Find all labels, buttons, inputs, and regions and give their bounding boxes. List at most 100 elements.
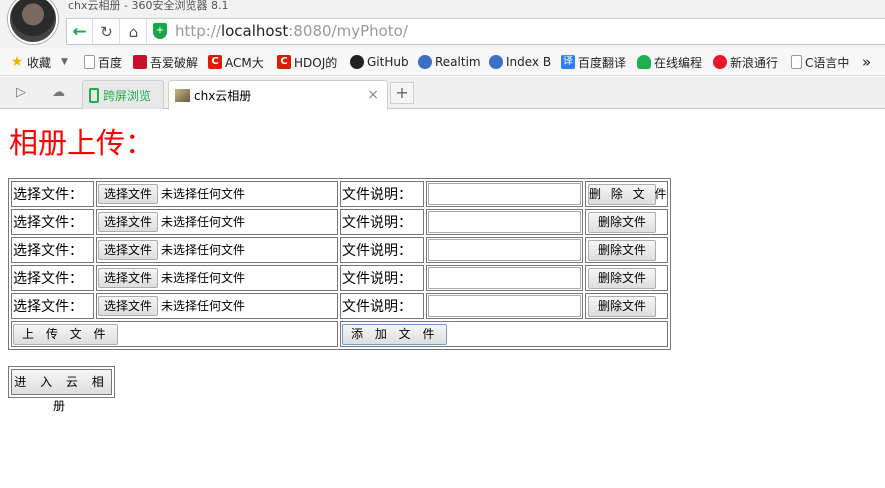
back-arrow-icon[interactable]: ← bbox=[67, 19, 93, 44]
delete-file-button[interactable]: 删除文件 bbox=[588, 295, 656, 317]
file-picker-cell: 选择文件 未选择任何文件 bbox=[96, 181, 338, 207]
translate-icon: 译 bbox=[561, 55, 575, 69]
bookmark-acm[interactable]: C ACM大 bbox=[208, 54, 264, 70]
bookmark-baidu-translate[interactable]: 译百度翻译 bbox=[561, 54, 626, 70]
choose-file-button[interactable]: 选择文件 bbox=[98, 296, 159, 316]
bookmark-favorites[interactable]: ★ 收藏 ▼ bbox=[10, 54, 68, 70]
bookmark-sina[interactable]: 新浪通行 bbox=[713, 54, 778, 70]
upload-cell: 上 传 文 件 bbox=[11, 321, 338, 347]
cloud-icon bbox=[637, 55, 651, 69]
enter-album-button[interactable]: 进 入 云 相 册 bbox=[11, 369, 112, 413]
url-host: localhost bbox=[220, 22, 289, 40]
choose-file-label: 选择文件： bbox=[11, 265, 94, 291]
bookmark-baidu[interactable]: 百度 bbox=[84, 54, 122, 70]
sidebar-toggle-icon[interactable]: ▷ bbox=[16, 85, 26, 100]
file-description-input[interactable] bbox=[428, 295, 581, 317]
no-file-text: 未选择任何文件 bbox=[161, 187, 246, 201]
page-content: 相册上传： 选择文件： 选择文件 未选择任何文件 文件说明：删 除 文 件选择文件：选… bbox=[0, 110, 885, 488]
star-icon: ★ bbox=[10, 54, 24, 70]
address-bar[interactable]: ← ↻ ⌂ + http://localhost:8080/myPhoto/ bbox=[66, 18, 885, 45]
tab-cross-screen[interactable]: 跨屏浏览 bbox=[82, 80, 164, 109]
url-text[interactable]: http://localhost:8080/myPhoto/ bbox=[175, 22, 408, 40]
page-title: 相册上传： bbox=[9, 126, 155, 160]
file-picker-cell: 选择文件 未选择任何文件 bbox=[96, 237, 338, 263]
description-cell bbox=[426, 209, 583, 235]
add-file-button[interactable]: 添 加 文 件 bbox=[342, 323, 448, 345]
file-picker-cell: 选择文件 未选择任何文件 bbox=[96, 265, 338, 291]
new-tab-button[interactable]: + bbox=[390, 82, 414, 104]
description-cell bbox=[426, 293, 583, 319]
file-description-label: 文件说明： bbox=[340, 293, 424, 319]
tab-chx-album[interactable]: chx云相册 × bbox=[168, 80, 388, 110]
delete-cell: 删 除 文 件 bbox=[585, 181, 668, 207]
bookmark-online-coding[interactable]: 在线编程 bbox=[637, 54, 702, 70]
file-description-label: 文件说明： bbox=[340, 209, 424, 235]
csdn-icon: C bbox=[277, 55, 291, 69]
page-icon bbox=[84, 55, 95, 69]
description-cell bbox=[426, 237, 583, 263]
choose-file-button[interactable]: 选择文件 bbox=[98, 268, 159, 288]
image-icon bbox=[175, 89, 190, 102]
choose-file-label: 选择文件： bbox=[11, 181, 94, 207]
file-description-label: 文件说明： bbox=[340, 265, 424, 291]
file-description-label: 文件说明： bbox=[340, 181, 424, 207]
file-description-input[interactable] bbox=[428, 267, 581, 289]
weibo-icon bbox=[713, 55, 727, 69]
file-description-input[interactable] bbox=[428, 239, 581, 261]
file-picker-cell: 选择文件 未选择任何文件 bbox=[96, 209, 338, 235]
phone-icon bbox=[89, 87, 99, 103]
file-row: 选择文件： 选择文件 未选择任何文件 文件说明：删 除 文 件 bbox=[11, 181, 668, 207]
close-icon[interactable]: × bbox=[367, 87, 379, 103]
upload-files-button[interactable]: 上 传 文 件 bbox=[13, 323, 119, 345]
bookmark-github[interactable]: GitHub bbox=[350, 54, 409, 70]
bookmark-realtime[interactable]: Realtim bbox=[418, 54, 481, 70]
csdn-icon: C bbox=[208, 55, 222, 69]
tab-bar: ▷ ☁ 跨屏浏览 chx云相册 × + bbox=[0, 77, 885, 110]
more-icon[interactable]: » bbox=[862, 53, 871, 71]
description-cell bbox=[426, 265, 583, 291]
url-path: :8080/myPhoto/ bbox=[288, 22, 408, 40]
globe-icon bbox=[489, 55, 503, 69]
file-description-input[interactable] bbox=[428, 183, 581, 205]
choose-file-label: 选择文件： bbox=[11, 209, 94, 235]
add-cell: 添 加 文 件 bbox=[340, 321, 668, 347]
delete-cell: 删除文件 bbox=[585, 209, 668, 235]
file-picker-cell: 选择文件 未选择任何文件 bbox=[96, 293, 338, 319]
delete-file-button[interactable]: 删除文件 bbox=[588, 211, 656, 233]
choose-file-button[interactable]: 选择文件 bbox=[98, 184, 159, 204]
github-icon bbox=[350, 55, 364, 69]
enter-album-form: 进 入 云 相 册 bbox=[8, 366, 115, 413]
reload-icon[interactable]: ↻ bbox=[94, 19, 120, 44]
choose-file-label: 选择文件： bbox=[11, 293, 94, 319]
no-file-text: 未选择任何文件 bbox=[161, 299, 246, 313]
bookmark-52pojie[interactable]: 吾爱破解 bbox=[133, 54, 198, 70]
no-file-text: 未选择任何文件 bbox=[161, 215, 246, 229]
delete-cell: 删除文件 bbox=[585, 293, 668, 319]
description-cell bbox=[426, 181, 583, 207]
delete-file-button[interactable]: 删 除 文 件 bbox=[588, 183, 666, 205]
bookmark-c-language[interactable]: C语言中 bbox=[791, 54, 849, 70]
file-row: 选择文件： 选择文件 未选择任何文件 文件说明： 删除文件 bbox=[11, 237, 668, 263]
delete-file-button[interactable]: 删除文件 bbox=[588, 267, 656, 289]
choose-file-button[interactable]: 选择文件 bbox=[98, 212, 159, 232]
choose-file-button[interactable]: 选择文件 bbox=[98, 240, 159, 260]
file-row: 选择文件： 选择文件 未选择任何文件 文件说明： 删除文件 bbox=[11, 209, 668, 235]
file-description-input[interactable] bbox=[428, 211, 581, 233]
url-scheme: http:// bbox=[175, 22, 221, 40]
bookmarks-bar: ★ 收藏 ▼ 百度 吾爱破解 C ACM大 C HDOJ的 GitHub Realtim… bbox=[0, 48, 885, 76]
bookmark-index[interactable]: Index B bbox=[489, 54, 551, 70]
bookmark-hdoj[interactable]: C HDOJ的 bbox=[277, 54, 337, 70]
window-titlebar: chx云相册 - 360安全浏览器 8.1 bbox=[0, 0, 885, 14]
delete-cell: 删除文件 bbox=[585, 237, 668, 263]
no-file-text: 未选择任何文件 bbox=[161, 271, 246, 285]
choose-file-label: 选择文件： bbox=[11, 237, 94, 263]
actions-row: 上 传 文 件添 加 文 件 bbox=[11, 321, 668, 347]
cloud-icon[interactable]: ☁ bbox=[52, 85, 65, 100]
chevron-down-icon[interactable]: ▼ bbox=[61, 57, 68, 67]
window-title: chx云相册 - 360安全浏览器 8.1 bbox=[68, 0, 229, 12]
navigation-bar: ← ↻ ⌂ + http://localhost:8080/myPhoto/ bbox=[0, 14, 885, 48]
shield-icon[interactable]: + bbox=[153, 23, 167, 39]
delete-file-button[interactable]: 删除文件 bbox=[588, 239, 656, 261]
home-icon[interactable]: ⌂ bbox=[121, 19, 147, 44]
upload-table: 选择文件： 选择文件 未选择任何文件 文件说明：删 除 文 件选择文件： 选择文件 未选择… bbox=[8, 178, 671, 350]
